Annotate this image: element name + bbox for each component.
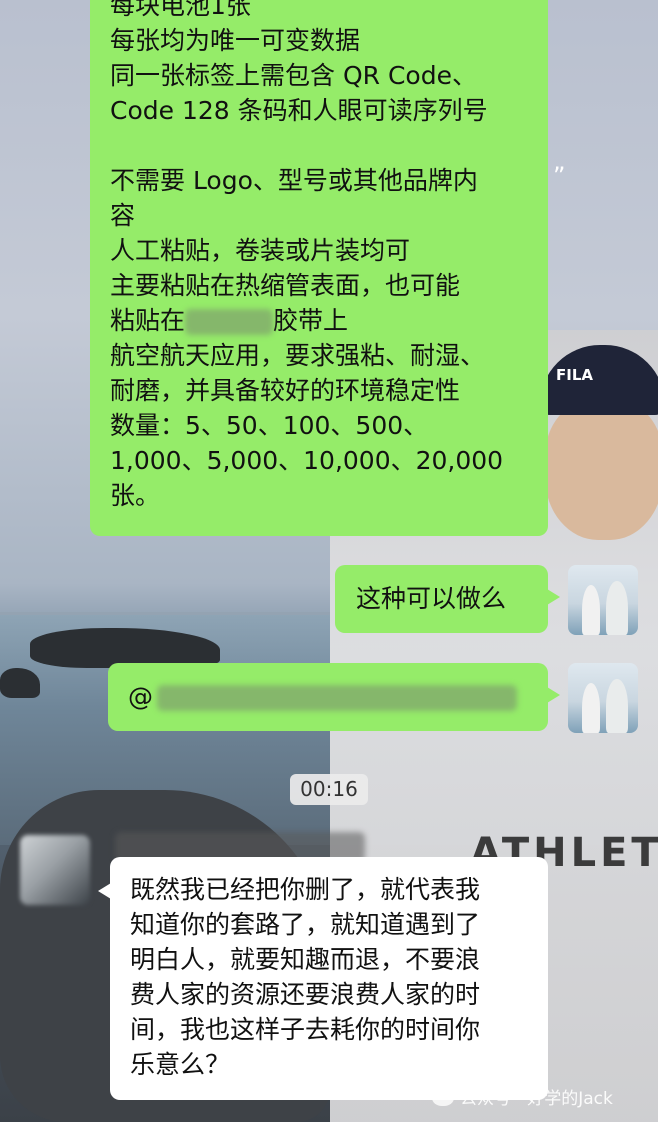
- message-line: 主要粘贴在热缩管表面，也可能: [110, 271, 461, 300]
- message-line: 1,000、5,000、10,000、20,000: [110, 446, 504, 475]
- message-line-redacted: 粘贴在 胶带上: [110, 303, 548, 338]
- avatar-figure: [606, 679, 628, 733]
- watermark: 公众号 · 好学的Jack: [432, 1084, 613, 1109]
- message-line: 张。: [110, 481, 161, 510]
- avatar-couple[interactable]: [568, 663, 638, 733]
- message-text: 这种可以做么: [356, 584, 507, 613]
- message-line: 每块电池1张: [110, 0, 251, 20]
- avatar-contact[interactable]: [20, 835, 90, 905]
- message-line: 知道你的套路了，就知道遇到了: [130, 910, 481, 939]
- message-line: 间，我也这样子去耗你的时间你: [130, 1015, 481, 1044]
- background-rock: [0, 668, 40, 698]
- message-bubble-reply[interactable]: 既然我已经把你删了，就代表我 知道你的套路了，就知道遇到了 明白人，就要知趣而退…: [98, 857, 548, 1100]
- message-line: 乐意么？: [130, 1050, 231, 1079]
- background-rock: [30, 628, 220, 668]
- message-line: 航空航天应用，要求强粘、耐湿、: [110, 341, 486, 370]
- message-line: 数量：5、50、100、500、: [110, 411, 429, 440]
- redacted-text: [185, 309, 274, 335]
- message-line: 人工粘贴，卷装或片装均可: [110, 236, 411, 265]
- message-line-prefix: 粘贴在: [110, 306, 186, 335]
- message-bubble-mention[interactable]: @: [108, 663, 560, 731]
- redacted-mention: [157, 685, 517, 711]
- message-line: 耐磨，并具备较好的环境稳定性: [110, 376, 461, 405]
- message-line: 容: [110, 201, 136, 230]
- watermark-text: 公众号 · 好学的Jack: [460, 1089, 613, 1109]
- avatar-couple[interactable]: [568, 565, 638, 635]
- message-line: 明白人，就要知趣而退，不要浪: [130, 945, 481, 974]
- message-line: 既然我已经把你删了，就代表我: [130, 875, 481, 904]
- message-bubble-requirements[interactable]: 每块电池1张 每张均为唯一可变数据 同一张标签上需包含 QR Code、 Cod…: [90, 0, 548, 536]
- message-line: 同一张标签上需包含 QR Code、: [110, 61, 477, 90]
- message-bubble-question[interactable]: 这种可以做么: [335, 565, 560, 633]
- quote-mark: ”: [553, 162, 566, 190]
- timestamp-badge: 00:16: [290, 774, 368, 805]
- message-line: Code 128 条码和人眼可读序列号: [110, 96, 488, 125]
- mention-symbol: @: [128, 682, 153, 711]
- avatar-figure: [606, 581, 628, 635]
- avatar-figure: [582, 683, 600, 733]
- message-line-suffix: 胶带上: [273, 306, 349, 335]
- background-face: [545, 400, 658, 540]
- message-line: 每张均为唯一可变数据: [110, 26, 361, 55]
- message-line: 费人家的资源还要浪费人家的时: [130, 980, 481, 1009]
- message-line: 不需要 Logo、型号或其他品牌内: [110, 166, 478, 195]
- wechat-official-account-icon: [432, 1087, 454, 1106]
- background-cap-text: FILA: [556, 366, 593, 384]
- avatar-figure: [582, 585, 600, 635]
